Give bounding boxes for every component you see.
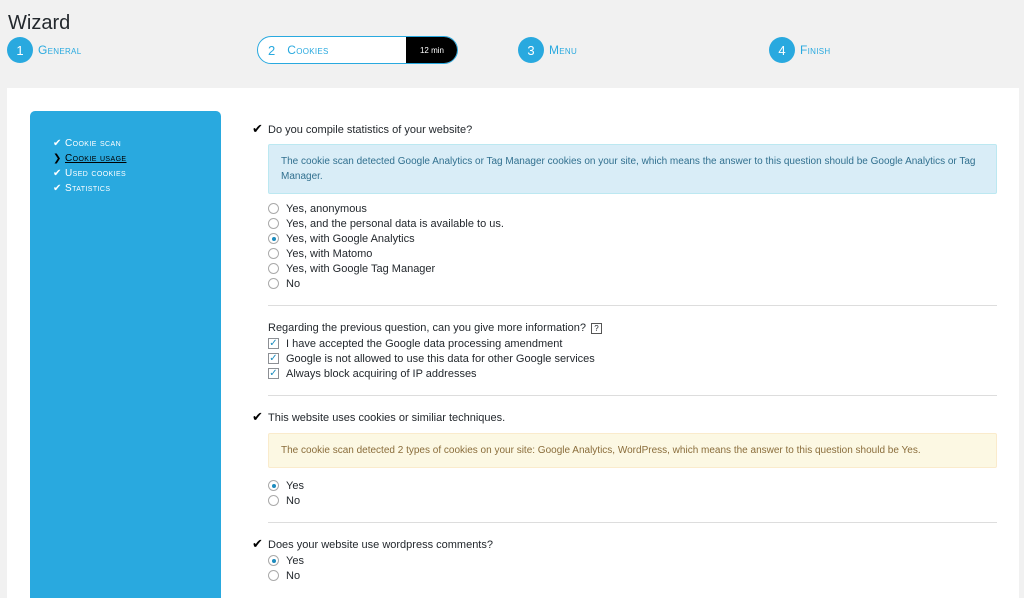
- step-label: General: [38, 43, 82, 57]
- radio-label: Yes: [286, 479, 304, 492]
- sidebar-item-label: Used cookies: [65, 168, 127, 179]
- sidebar-item-used-cookies[interactable]: ✔ Used cookies: [53, 166, 221, 181]
- radio-button[interactable]: [268, 570, 279, 581]
- sidebar: ✔ Cookie scan ❯ Cookie usage ✔ Used cook…: [30, 111, 221, 598]
- radio-button[interactable]: [268, 203, 279, 214]
- sidebar-item-label: Cookie scan: [65, 138, 122, 149]
- radio-label: Yes, with Google Tag Manager: [286, 262, 436, 275]
- question-statistics: ✔ Do you compile statistics of your webs…: [252, 121, 997, 136]
- step-general[interactable]: 1 General: [7, 36, 81, 64]
- radio-label: Yes, with Google Analytics: [286, 232, 415, 245]
- divider: [268, 522, 997, 523]
- radio-option[interactable]: No: [268, 493, 997, 508]
- checkbox-group-more-info: ✓ I have accepted the Google data process…: [268, 336, 997, 381]
- radio-option[interactable]: Yes: [268, 553, 997, 568]
- radio-group-statistics: Yes, anonymous Yes, and the personal dat…: [268, 201, 997, 291]
- radio-button[interactable]: [268, 480, 279, 491]
- sidebar-item-label: Cookie usage: [65, 153, 127, 164]
- sidebar-item-label: Statistics: [65, 183, 111, 194]
- info-notice: The cookie scan detected Google Analytic…: [268, 144, 997, 194]
- radio-option[interactable]: Yes: [268, 478, 997, 493]
- time-estimate-badge: 12 min: [406, 37, 457, 63]
- radio-label: No: [286, 494, 301, 507]
- divider: [268, 305, 997, 306]
- divider: [268, 395, 997, 396]
- step-number: 1: [7, 37, 33, 63]
- wizard-steps: 1 General 2 Cookies 12 min 3 Menu 4 Fini…: [0, 36, 1024, 64]
- step-number: 2: [268, 42, 276, 58]
- radio-button[interactable]: [268, 495, 279, 506]
- radio-label: No: [286, 277, 301, 290]
- radio-option[interactable]: Yes, and the personal data is available …: [268, 216, 997, 231]
- step-label: Cookies: [287, 43, 329, 57]
- radio-option[interactable]: Yes, with Google Analytics: [268, 231, 997, 246]
- radio-option[interactable]: No: [268, 568, 997, 583]
- warning-notice: The cookie scan detected 2 types of cook…: [268, 433, 997, 468]
- step-label: Finish: [800, 43, 831, 57]
- step-finish[interactable]: 4 Finish: [769, 36, 830, 64]
- radio-option[interactable]: Yes, with Google Tag Manager: [268, 261, 997, 276]
- radio-button[interactable]: [268, 248, 279, 259]
- checkbox-label: I have accepted the Google data processi…: [286, 337, 563, 350]
- radio-option[interactable]: No: [268, 276, 997, 291]
- step-label: Menu: [549, 43, 578, 57]
- checkbox[interactable]: ✓: [268, 353, 279, 364]
- sidebar-item-cookie-usage[interactable]: ❯ Cookie usage: [53, 151, 221, 166]
- question-wp-comments: ✔ Does your website use wordpress commen…: [252, 536, 997, 551]
- radio-label: Yes: [286, 554, 304, 567]
- question-label: Does your website use wordpress comments…: [268, 539, 493, 551]
- radio-option[interactable]: Yes, with Matomo: [268, 246, 997, 261]
- question-label: Regarding the previous question, can you…: [268, 322, 586, 334]
- checkbox-option[interactable]: ✓ I have accepted the Google data process…: [268, 336, 997, 351]
- checkbox[interactable]: ✓: [268, 368, 279, 379]
- radio-button[interactable]: [268, 233, 279, 244]
- question-label: Do you compile statistics of your websit…: [268, 124, 473, 136]
- radio-button[interactable]: [268, 278, 279, 289]
- wizard-content: ✔ Do you compile statistics of your webs…: [252, 121, 997, 583]
- check-icon: ✔: [252, 121, 263, 136]
- check-icon: ✔: [252, 409, 263, 424]
- radio-button[interactable]: [268, 555, 279, 566]
- checkbox-label: Always block acquiring of IP addresses: [286, 367, 477, 380]
- question-cookies-usage: ✔ This website uses cookies or similiar …: [252, 409, 997, 424]
- radio-label: Yes, and the personal data is available …: [286, 217, 504, 230]
- step-number: 3: [518, 37, 544, 63]
- radio-option[interactable]: Yes, anonymous: [268, 201, 997, 216]
- radio-button[interactable]: [268, 218, 279, 229]
- step-number: 4: [769, 37, 795, 63]
- page-title: Wizard: [8, 12, 71, 34]
- check-icon: ✔: [252, 536, 263, 551]
- step-cookies[interactable]: 2 Cookies 12 min: [257, 36, 458, 64]
- checkbox-option[interactable]: ✓ Always block acquiring of IP addresses: [268, 366, 997, 381]
- check-icon: ✔: [53, 138, 62, 149]
- check-icon: ✔: [53, 168, 62, 179]
- radio-label: Yes, anonymous: [286, 202, 367, 215]
- question-label: This website uses cookies or similiar te…: [268, 412, 506, 424]
- check-icon: ✔: [53, 183, 62, 194]
- checkbox-label: Google is not allowed to use this data f…: [286, 352, 595, 365]
- step-menu[interactable]: 3 Menu: [518, 36, 577, 64]
- chevron-right-icon: ❯: [53, 153, 62, 164]
- question-more-info: Regarding the previous question, can you…: [268, 322, 997, 334]
- radio-group-cookies-usage: Yes No: [268, 478, 997, 508]
- sidebar-item-cookie-scan[interactable]: ✔ Cookie scan: [53, 136, 221, 151]
- sidebar-item-statistics[interactable]: ✔ Statistics: [53, 181, 221, 196]
- radio-button[interactable]: [268, 263, 279, 274]
- help-icon[interactable]: ?: [590, 322, 602, 334]
- radio-label: No: [286, 569, 301, 582]
- radio-label: Yes, with Matomo: [286, 247, 373, 260]
- checkbox-option[interactable]: ✓ Google is not allowed to use this data …: [268, 351, 997, 366]
- radio-group-wp-comments: Yes No: [268, 553, 997, 583]
- checkbox[interactable]: ✓: [268, 338, 279, 349]
- wizard-card: ✔ Cookie scan ❯ Cookie usage ✔ Used cook…: [7, 88, 1019, 598]
